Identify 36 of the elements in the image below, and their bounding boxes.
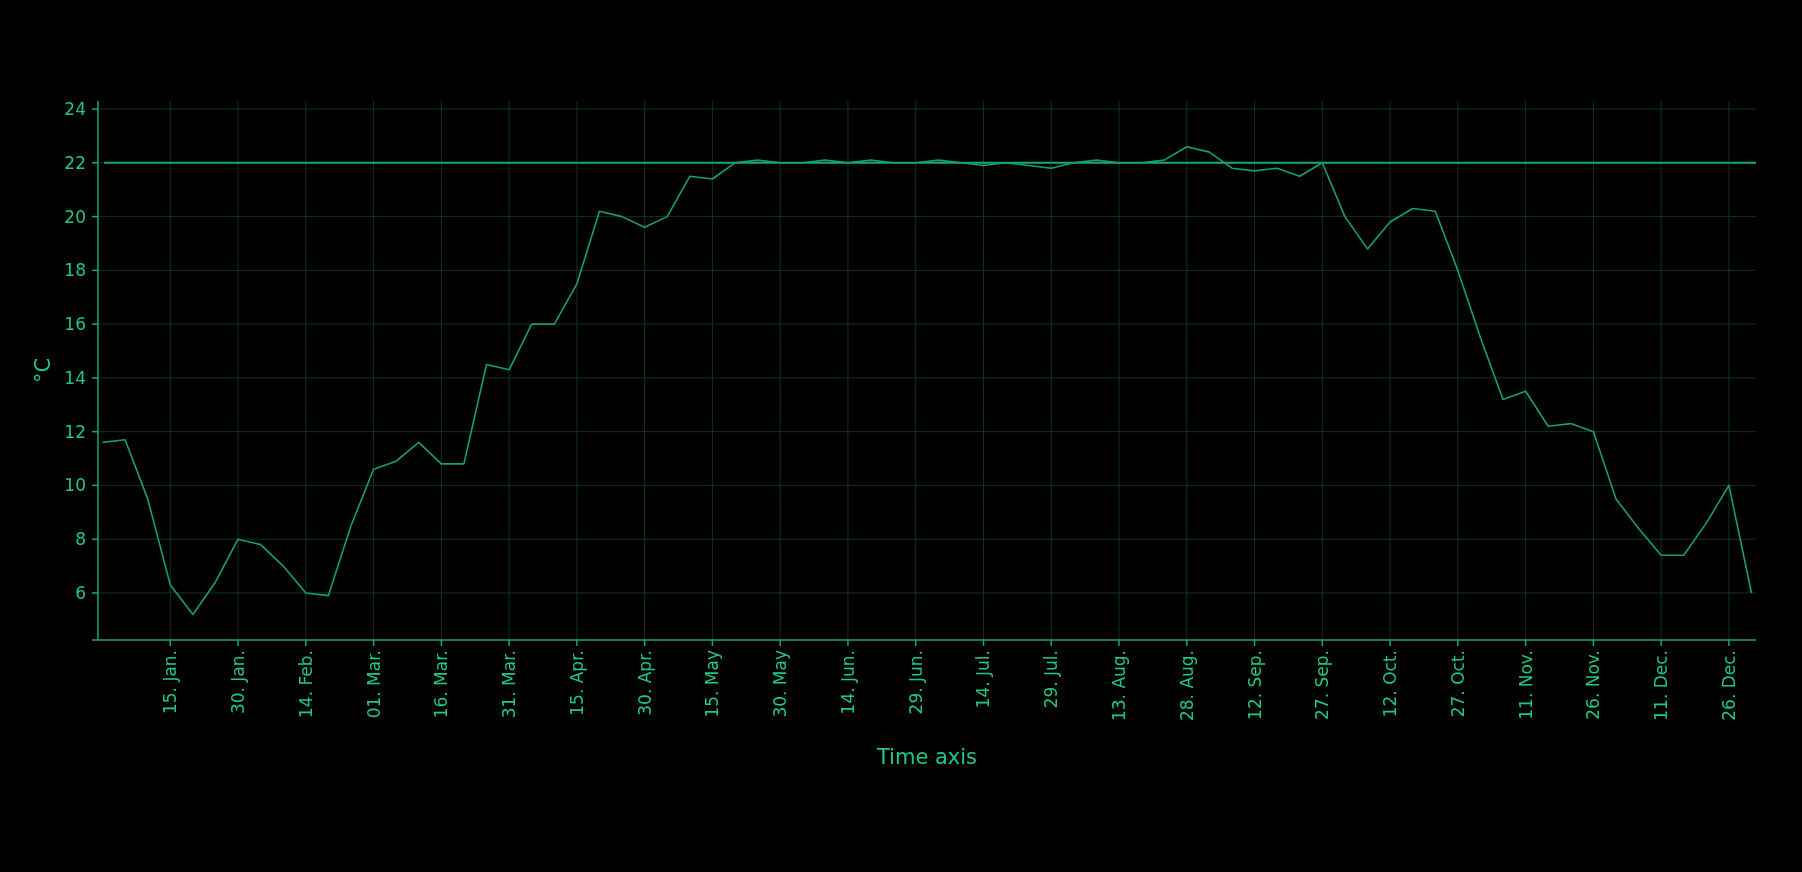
axis-tick-label: 28. Aug.: [1176, 650, 1197, 722]
axis-tick-label: 01. Mar.: [363, 650, 384, 719]
axis-tick-label: 8: [75, 529, 86, 550]
axis-tick-label: 13. Aug.: [1109, 650, 1129, 722]
axis-tick-label: 11. Dec.: [1651, 650, 1672, 721]
axis-tick-label: 14. Feb.: [295, 650, 316, 718]
axis-tick-label: 18: [64, 260, 86, 281]
axis-tick-label: 12. Oct.: [1380, 650, 1401, 718]
axis-tick-label: 15. May: [702, 650, 723, 718]
axis-tick-label: 14. Jun.: [837, 650, 858, 715]
axis-tick-label: 31. Mar.: [499, 650, 520, 719]
axis-tick-label: 27. Sep.: [1312, 650, 1333, 720]
axis-tick-label: 15. Apr.: [566, 650, 587, 716]
axis-tick-label: 12: [64, 421, 86, 442]
axis-tick-label: 20: [64, 206, 86, 227]
axis-tick-label: 16. Mar.: [431, 650, 452, 719]
axis-tick-label: 29. Jun.: [905, 650, 926, 715]
axis-tick-label: 26. Dec.: [1718, 650, 1739, 721]
axis-tick-label: 10: [64, 475, 86, 496]
axis-tick-label: 29. Jul.: [1041, 650, 1062, 709]
axis-tick-label: 16: [64, 314, 86, 335]
axis-tick-label: 30. Apr.: [634, 650, 655, 716]
axis-tick-label: 12. Sep.: [1244, 650, 1265, 720]
axis-tick-label: 11. Nov.: [1515, 650, 1536, 720]
axis-tick-label: 30. May: [770, 650, 791, 718]
axis-tick-label: 30. Jan.: [228, 650, 249, 715]
axis-title: Time axis: [876, 745, 978, 769]
axis-tick-label: 14: [64, 367, 86, 388]
axis-tick-label: 24: [64, 99, 86, 120]
axis-tick-label: 26. Nov.: [1583, 650, 1604, 720]
axis-tick-label: 14. Jul.: [973, 650, 994, 709]
axis-tick-label: 27. Oct.: [1447, 650, 1468, 718]
axis-tick-label: 6: [75, 582, 86, 603]
axis-tick-label: 15. Jan.: [160, 650, 181, 715]
axis-title: °C: [31, 357, 55, 384]
axis-tick-label: 22: [64, 152, 86, 173]
